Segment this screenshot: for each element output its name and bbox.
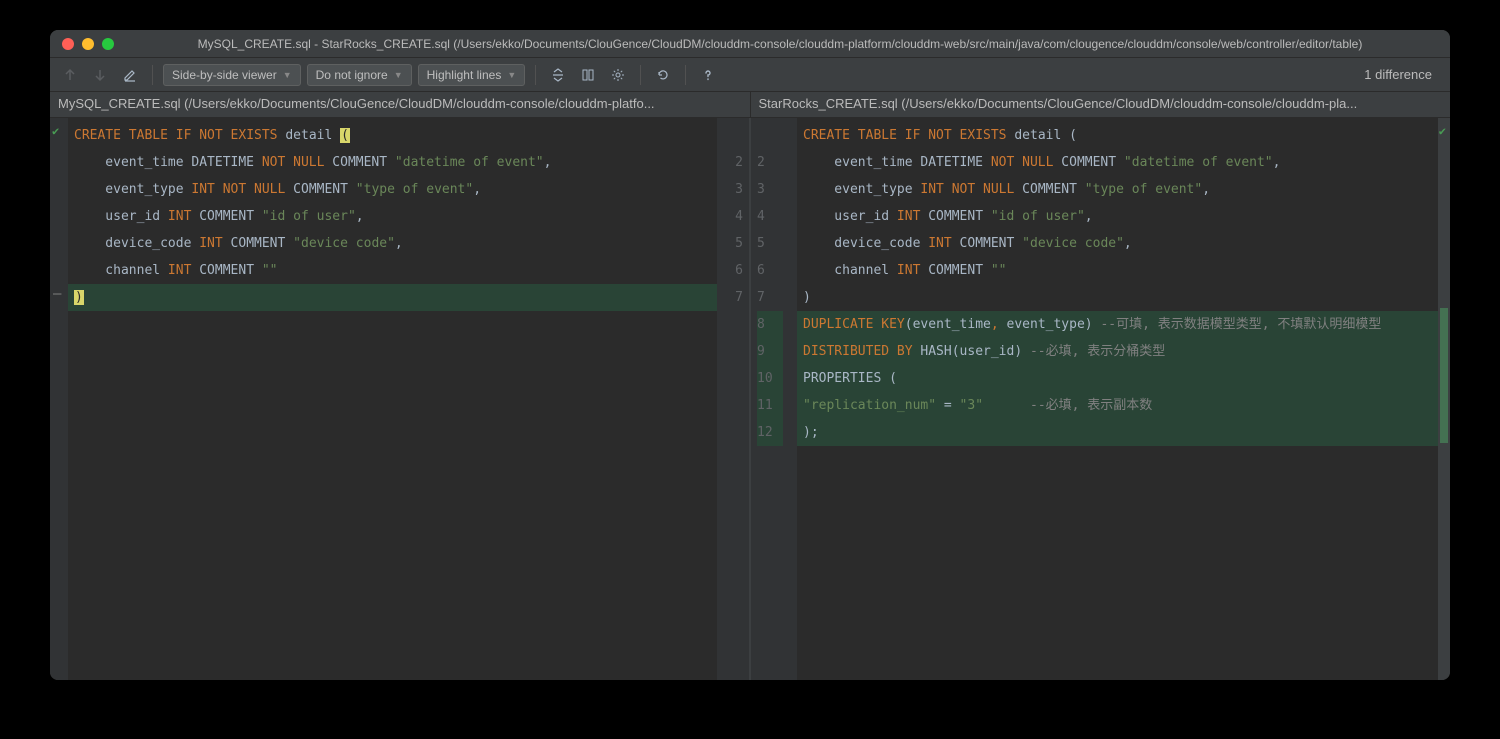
scrollbar-diff-marker[interactable] <box>1440 308 1448 443</box>
code-line: channel INT COMMENT "" <box>797 257 1438 284</box>
code-line: event_type INT NOT NULL COMMENT "type of… <box>68 176 717 203</box>
window-title: MySQL_CREATE.sql - StarRocks_CREATE.sql … <box>122 37 1438 51</box>
left-pane: ✔ — CREATE TABLE IF NOT EXISTS detail ( … <box>50 118 749 680</box>
code-line: "replication_num" = "3" --必填, 表示副本数 <box>797 392 1438 419</box>
separator <box>685 65 686 85</box>
gear-icon[interactable] <box>606 63 630 87</box>
chevron-down-icon: ▼ <box>394 70 403 80</box>
left-gutter: ✔ — <box>50 118 68 680</box>
window-controls <box>62 38 114 50</box>
code-line: event_type INT NOT NULL COMMENT "type of… <box>797 176 1438 203</box>
diff-window: MySQL_CREATE.sql - StarRocks_CREATE.sql … <box>50 30 1450 680</box>
code-line: channel INT COMMENT "" <box>68 257 717 284</box>
ignore-mode-dropdown[interactable]: Do not ignore ▼ <box>307 64 412 86</box>
sync-scroll-icon[interactable] <box>576 63 600 87</box>
refresh-icon[interactable] <box>651 63 675 87</box>
collapse-unchanged-icon[interactable] <box>546 63 570 87</box>
code-line: event_time DATETIME NOT NULL COMMENT "da… <box>797 149 1438 176</box>
diff-count-label: 1 difference <box>1364 67 1442 82</box>
code-line: PROPERTIES ( <box>797 365 1438 392</box>
right-inner-gutter <box>783 118 797 680</box>
prev-diff-icon[interactable] <box>58 63 82 87</box>
code-line: CREATE TABLE IF NOT EXISTS detail ( <box>797 122 1438 149</box>
left-file-header[interactable]: MySQL_CREATE.sql (/Users/ekko/Documents/… <box>50 92 751 117</box>
ignore-mode-label: Do not ignore <box>316 68 388 82</box>
close-window-button[interactable] <box>62 38 74 50</box>
separator <box>640 65 641 85</box>
diff-body: ✔ — CREATE TABLE IF NOT EXISTS detail ( … <box>50 118 1450 680</box>
check-icon: ✔ <box>1439 124 1446 138</box>
right-pane: 2 3 4 5 6 7 8 9 10 11 12 CREATE TABLE IF… <box>751 118 1450 680</box>
code-line: event_time DATETIME NOT NULL COMMENT "da… <box>68 149 717 176</box>
edit-icon[interactable] <box>118 63 142 87</box>
code-line: ) <box>797 284 1438 311</box>
code-line: device_code INT COMMENT "device code", <box>68 230 717 257</box>
toolbar: Side-by-side viewer ▼ Do not ignore ▼ Hi… <box>50 58 1450 92</box>
help-icon[interactable] <box>696 63 720 87</box>
highlight-mode-label: Highlight lines <box>427 68 502 82</box>
code-line: ); <box>797 419 1438 446</box>
code-line: user_id INT COMMENT "id of user", <box>68 203 717 230</box>
maximize-window-button[interactable] <box>102 38 114 50</box>
right-code[interactable]: CREATE TABLE IF NOT EXISTS detail ( even… <box>797 118 1438 680</box>
highlight-mode-dropdown[interactable]: Highlight lines ▼ <box>418 64 526 86</box>
right-file-header[interactable]: StarRocks_CREATE.sql (/Users/ekko/Docume… <box>751 92 1451 117</box>
chevron-down-icon: ▼ <box>507 70 516 80</box>
separator <box>152 65 153 85</box>
next-diff-icon[interactable] <box>88 63 112 87</box>
code-line: DISTRIBUTED BY HASH(user_id) --必填, 表示分桶类… <box>797 338 1438 365</box>
viewer-mode-label: Side-by-side viewer <box>172 68 277 82</box>
code-line: device_code INT COMMENT "device code", <box>797 230 1438 257</box>
titlebar: MySQL_CREATE.sql - StarRocks_CREATE.sql … <box>50 30 1450 58</box>
left-code[interactable]: CREATE TABLE IF NOT EXISTS detail ( even… <box>68 118 717 680</box>
separator <box>535 65 536 85</box>
chevron-down-icon: ▼ <box>283 70 292 80</box>
code-line: CREATE TABLE IF NOT EXISTS detail ( <box>68 122 717 149</box>
right-scrollbar[interactable]: ✔ <box>1438 118 1450 680</box>
minimize-window-button[interactable] <box>82 38 94 50</box>
code-line: ) <box>68 284 717 311</box>
check-icon: ✔ <box>52 124 59 138</box>
code-line: user_id INT COMMENT "id of user", <box>797 203 1438 230</box>
diff-arrow-icon[interactable]: — <box>53 286 61 302</box>
viewer-mode-dropdown[interactable]: Side-by-side viewer ▼ <box>163 64 301 86</box>
code-line: DUPLICATE KEY(event_time, event_type) --… <box>797 311 1438 338</box>
file-headers: MySQL_CREATE.sql (/Users/ekko/Documents/… <box>50 92 1450 118</box>
right-lineno: 2 3 4 5 6 7 8 9 10 11 12 <box>751 118 783 680</box>
left-lineno: 2 3 4 5 6 7 <box>717 118 749 680</box>
